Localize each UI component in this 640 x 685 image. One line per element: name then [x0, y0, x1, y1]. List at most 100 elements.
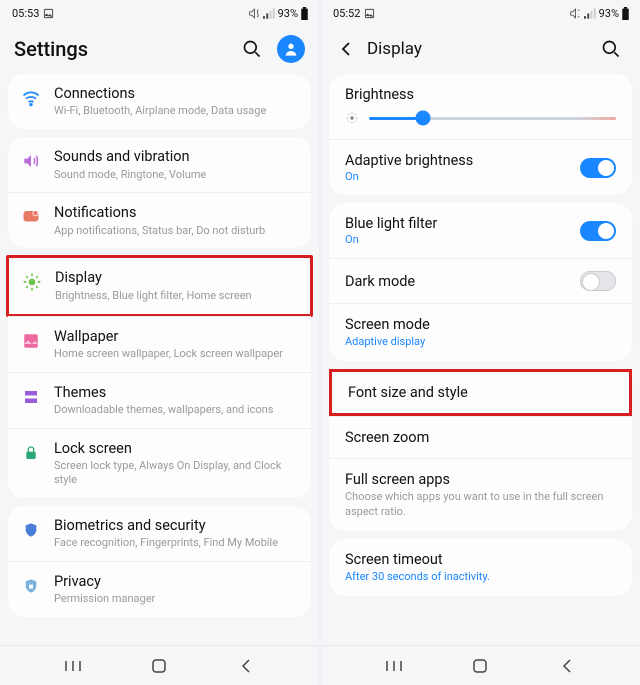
screen-zoom-row[interactable]: Screen zoom — [329, 417, 632, 458]
item-title: Sounds and vibration — [54, 148, 297, 165]
battery-pct: 93% — [278, 7, 298, 20]
item-title: Screen mode — [345, 316, 616, 333]
status-time: 05:52 — [333, 7, 360, 20]
slider-thumb[interactable] — [416, 111, 431, 126]
item-title: Blue light filter — [345, 215, 437, 232]
font-zoom-card: Font size and style Screen zoom Full scr… — [329, 369, 632, 531]
item-title: Notifications — [54, 204, 297, 221]
item-title: Lock screen — [54, 440, 297, 457]
item-title: Screen zoom — [345, 429, 616, 446]
item-subtitle: Brightness, Blue light filter, Home scre… — [55, 289, 296, 303]
signal-icon — [263, 8, 276, 19]
display-list: Brightness Adaptive brightness On Blue l… — [321, 74, 640, 645]
dark-mode-row[interactable]: Dark mode — [329, 259, 632, 303]
item-subtitle: Screen lock type, Always On Display, and… — [54, 459, 297, 487]
brightness-label: Brightness — [329, 74, 632, 103]
mute-icon — [248, 7, 261, 20]
nav-recents[interactable] — [384, 656, 404, 676]
shield-icon — [20, 519, 42, 541]
adaptive-brightness-row[interactable]: Adaptive brightness On — [329, 140, 632, 195]
item-title: Screen timeout — [345, 551, 616, 568]
settings-header: Settings — [0, 26, 319, 74]
settings-item-biometrics[interactable]: Biometrics and security Face recognition… — [8, 506, 311, 561]
search-icon — [601, 39, 621, 59]
settings-group: Biometrics and security Face recognition… — [8, 506, 311, 617]
item-subtitle: Permission manager — [54, 592, 297, 606]
page-title: Settings — [14, 37, 227, 61]
settings-item-connections[interactable]: Connections Wi-Fi, Bluetooth, Airplane m… — [8, 74, 311, 129]
search-button[interactable] — [237, 34, 267, 64]
settings-item-notifications[interactable]: Notifications App notifications, Status … — [8, 192, 311, 248]
nav-home[interactable] — [470, 656, 490, 676]
signal-icon — [584, 8, 597, 19]
themes-icon — [20, 386, 42, 408]
page-title: Display — [367, 39, 586, 59]
brightness-card: Brightness Adaptive brightness On — [329, 74, 632, 195]
search-icon — [242, 39, 262, 59]
blue-light-toggle[interactable] — [580, 221, 616, 241]
item-title: Dark mode — [345, 273, 415, 290]
item-title: Display — [55, 269, 296, 286]
privacy-icon — [20, 575, 42, 597]
nav-back[interactable] — [236, 656, 256, 676]
item-subtitle: Home screen wallpaper, Lock screen wallp… — [54, 347, 297, 361]
status-bar: 05:53 93% — [0, 0, 319, 26]
item-state: Adaptive display — [345, 335, 616, 349]
item-title: Biometrics and security — [54, 517, 297, 534]
settings-item-sounds[interactable]: Sounds and vibration Sound mode, Rington… — [8, 137, 311, 192]
item-title: Themes — [54, 384, 297, 401]
item-subtitle: Downloadable themes, wallpapers, and ico… — [54, 403, 297, 417]
wifi-icon — [20, 87, 42, 109]
sun-icon — [345, 111, 359, 125]
chevron-left-icon — [338, 41, 354, 57]
brightness-slider[interactable] — [329, 103, 632, 139]
settings-item-wallpaper[interactable]: Wallpaper Home screen wallpaper, Lock sc… — [8, 316, 311, 372]
item-subtitle: Face recognition, Fingerprints, Find My … — [54, 536, 297, 550]
timeout-card: Screen timeout After 30 seconds of inact… — [329, 539, 632, 596]
nav-recents[interactable] — [63, 656, 83, 676]
settings-item-lockscreen[interactable]: Lock screen Screen lock type, Always On … — [8, 428, 311, 498]
item-title: Wallpaper — [54, 328, 297, 345]
notification-icon — [20, 206, 42, 228]
search-button[interactable] — [596, 34, 626, 64]
item-title: Privacy — [54, 573, 297, 590]
display-header: Display — [321, 26, 640, 74]
item-state: On — [345, 233, 437, 246]
settings-screen: 05:53 93% Settings Connections — [0, 0, 319, 685]
item-subtitle: Choose which apps you want to use in the… — [345, 490, 616, 519]
full-screen-apps-row[interactable]: Full screen apps Choose which apps you w… — [329, 459, 632, 531]
settings-item-display[interactable]: Display Brightness, Blue light filter, H… — [6, 255, 313, 316]
item-title: Adaptive brightness — [345, 152, 473, 169]
item-subtitle: Wi-Fi, Bluetooth, Airplane mode, Data us… — [54, 104, 297, 118]
nav-bar — [321, 645, 640, 685]
font-size-style-row[interactable]: Font size and style — [329, 369, 632, 416]
mute-icon — [569, 7, 582, 20]
item-subtitle: Sound mode, Ringtone, Volume — [54, 168, 297, 182]
picture-icon — [43, 8, 54, 19]
item-subtitle: App notifications, Status bar, Do not di… — [54, 224, 297, 238]
nav-back[interactable] — [557, 656, 577, 676]
blue-light-row[interactable]: Blue light filter On — [329, 203, 632, 258]
picture-icon — [364, 8, 375, 19]
item-title: Connections — [54, 85, 297, 102]
settings-group: Connections Wi-Fi, Bluetooth, Airplane m… — [8, 74, 311, 129]
settings-item-themes[interactable]: Themes Downloadable themes, wallpapers, … — [8, 372, 311, 428]
screen-timeout-row[interactable]: Screen timeout After 30 seconds of inact… — [329, 539, 632, 596]
item-subtitle: After 30 seconds of inactivity. — [345, 570, 616, 584]
speaker-icon — [20, 150, 42, 172]
status-time: 05:53 — [12, 7, 39, 20]
person-icon — [283, 41, 299, 57]
screen-mode-row[interactable]: Screen mode Adaptive display — [329, 304, 632, 361]
battery-icon — [300, 7, 309, 20]
account-avatar[interactable] — [277, 35, 305, 63]
back-button[interactable] — [335, 34, 357, 64]
adaptive-brightness-toggle[interactable] — [580, 158, 616, 178]
nav-home[interactable] — [149, 656, 169, 676]
settings-group: Sounds and vibration Sound mode, Rington… — [8, 137, 311, 248]
brightness-icon — [21, 271, 43, 293]
slider-track[interactable] — [369, 117, 616, 120]
status-bar: 05:52 93% — [321, 0, 640, 26]
dark-mode-toggle[interactable] — [580, 271, 616, 291]
settings-item-privacy[interactable]: Privacy Permission manager — [8, 561, 311, 617]
item-title: Font size and style — [348, 384, 613, 401]
